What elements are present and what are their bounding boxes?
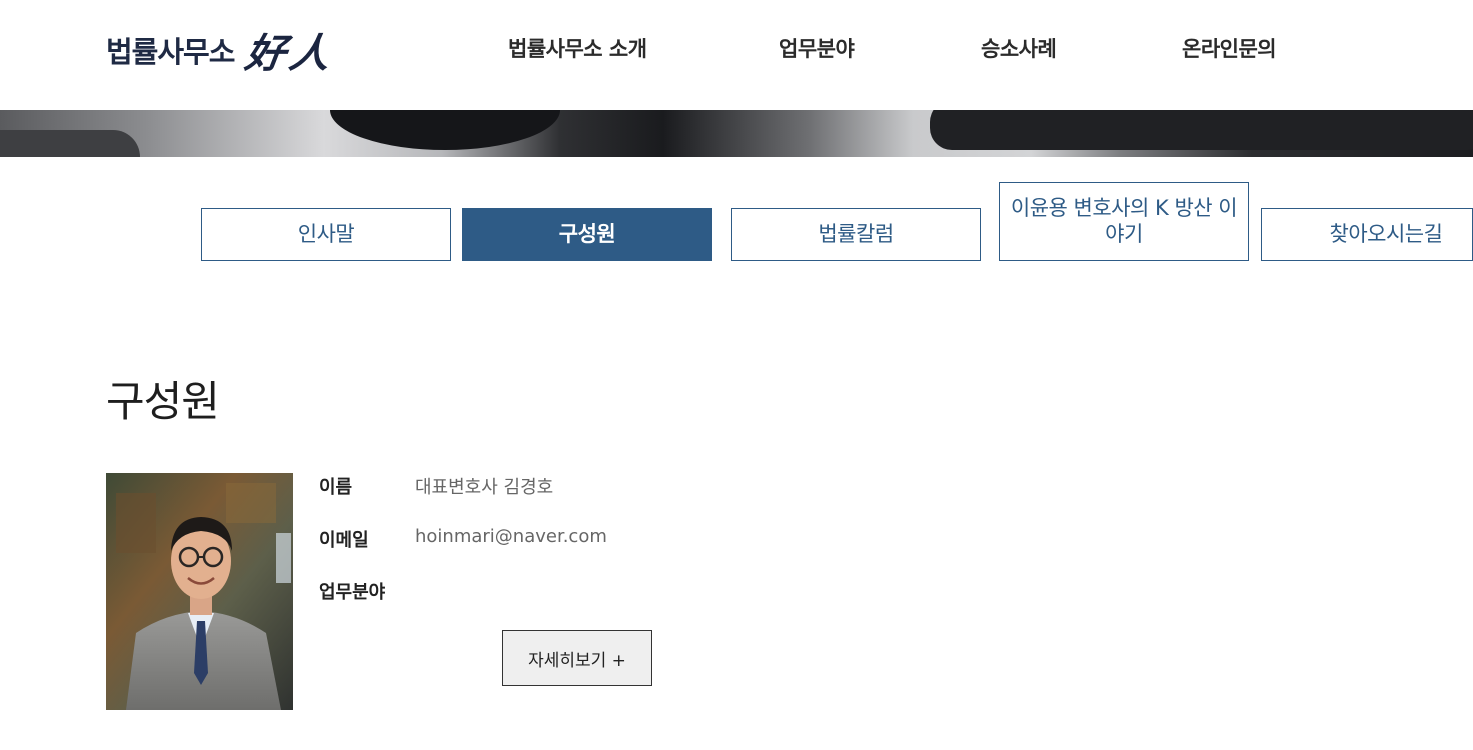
- tab-directions[interactable]: 찾아오시는길: [1261, 208, 1473, 261]
- nav-item-cases[interactable]: 승소사례: [981, 33, 1057, 63]
- tab-k-defense-story[interactable]: 이윤용 변호사의 K 방산 이야기: [999, 182, 1249, 261]
- member-photo: [106, 473, 293, 710]
- site-logo[interactable]: 법률사무소 好人: [106, 20, 337, 80]
- nav-item-practice-areas[interactable]: 업무분야: [779, 33, 855, 63]
- nav-item-about[interactable]: 법률사무소 소개: [508, 33, 647, 63]
- tab-greeting[interactable]: 인사말: [201, 208, 451, 261]
- page-title: 구성원: [106, 377, 220, 426]
- header-banner-image: [0, 110, 1473, 157]
- email-value[interactable]: hoinmari@naver.com: [415, 526, 607, 547]
- email-label: 이메일: [319, 530, 369, 551]
- tab-directions-label: 찾아오시는길: [1329, 221, 1443, 246]
- logo-text: 법률사무소: [106, 35, 235, 69]
- tab-legal-column[interactable]: 법률칼럼: [731, 208, 981, 261]
- name-label: 이름: [319, 477, 353, 498]
- tab-members[interactable]: 구성원: [462, 208, 712, 261]
- portrait-photo: [106, 473, 293, 710]
- view-details-button[interactable]: 자세히보기 +: [502, 630, 652, 686]
- site-header: 법률사무소 好人 법률사무소 소개 업무분야 승소사례 온라인문의: [0, 0, 1473, 110]
- nav-item-online-inquiry[interactable]: 온라인문의: [1182, 33, 1277, 63]
- logo-mark: 好人: [242, 30, 338, 77]
- name-value: 대표변호사 김경호: [415, 477, 554, 498]
- practice-area-label: 업무분야: [319, 582, 386, 603]
